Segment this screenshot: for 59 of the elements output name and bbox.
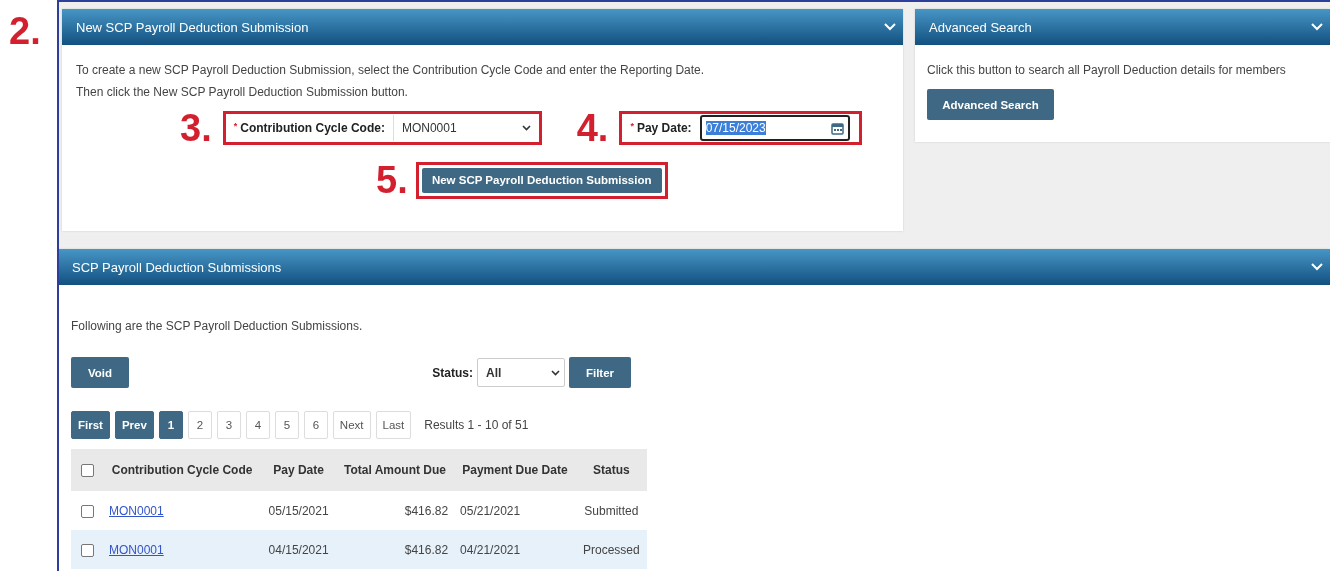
table-cell: 04/21/2021 <box>454 530 576 569</box>
table-cell: 05/15/2021 <box>261 491 336 530</box>
table-cell: Submitted <box>575 491 647 530</box>
page-button[interactable]: 5 <box>274 411 299 439</box>
table-cell: Processed <box>575 530 647 569</box>
instruction-text: To create a new SCP Payroll Deduction Submission, select the Contribution Cycle Code and enter the Reporting Date. <box>76 62 706 79</box>
step-number: 5. <box>376 161 408 199</box>
chevron-down-icon <box>521 125 531 131</box>
next-page-button[interactable]: Next <box>332 411 371 439</box>
panel-header[interactable]: New SCP Payroll Deduction Submission <box>62 9 903 45</box>
checkbox[interactable] <box>80 504 94 518</box>
cycle-code-link[interactable]: MON0001 <box>109 503 164 518</box>
chevron-down-icon <box>551 369 560 376</box>
field-label: * Contribution Cycle Code: <box>233 121 385 135</box>
chevron-down-icon[interactable] <box>1310 262 1324 272</box>
status-label: Status: <box>432 365 473 380</box>
checkbox[interactable] <box>80 543 94 557</box>
panel-title: SCP Payroll Deduction Submissions <box>72 259 282 275</box>
cycle-code-dropdown[interactable]: MON0001 <box>392 115 535 141</box>
results-count: Results 1 - 10 of 51 <box>424 418 529 432</box>
first-page-button[interactable]: First <box>71 411 110 439</box>
new-submission-button[interactable]: New SCP Payroll Deduction Submission <box>421 167 662 193</box>
advanced-search-button[interactable]: Advanced Search <box>927 89 1054 120</box>
step-number: 4. <box>576 109 609 147</box>
column-header: Pay Date <box>261 449 336 491</box>
panel-header[interactable]: SCP Payroll Deduction Submissions <box>59 249 1330 285</box>
description-text: Click this button to search all Payroll Deduction details for members <box>927 62 1287 79</box>
date-field[interactable]: 07/15/2023 <box>699 115 850 141</box>
instruction-text: Then click the New SCP Payroll Deduction Submission button. <box>76 84 409 101</box>
column-header: Total Amount Due <box>335 449 455 491</box>
page-button[interactable]: 4 <box>245 411 270 439</box>
page-button[interactable]: 6 <box>303 411 328 439</box>
table-cell: $416.82 <box>335 530 455 569</box>
page-button[interactable]: 3 <box>216 411 241 439</box>
void-button[interactable]: Void <box>71 357 129 388</box>
column-header: Status <box>575 449 647 491</box>
cycle-code-link[interactable]: MON0001 <box>109 542 164 557</box>
step-number: 3. <box>180 109 212 147</box>
chevron-down-icon[interactable] <box>883 22 897 32</box>
panel-title: New SCP Payroll Deduction Submission <box>76 19 309 35</box>
table-cell: $416.82 <box>335 491 455 530</box>
page-button[interactable]: 2 <box>187 411 212 439</box>
page-button[interactable]: 1 <box>158 411 183 439</box>
table-cell: 05/21/2021 <box>454 491 576 530</box>
filter-button[interactable]: Filter <box>569 357 631 388</box>
chevron-down-icon[interactable] <box>1310 22 1324 32</box>
intro-text: Following are the SCP Payroll Deduction Submissions. <box>71 318 364 335</box>
previous-page-button[interactable]: Prev <box>114 411 154 439</box>
panel-header[interactable]: Advanced Search <box>915 9 1330 45</box>
last-page-button[interactable]: Last <box>375 411 412 439</box>
field-label: * Pay Date: <box>630 121 692 135</box>
step-number: 2. <box>9 10 41 52</box>
column-header: Payment Due Date <box>454 449 576 491</box>
checkbox[interactable] <box>80 464 94 478</box>
table-cell: 04/15/2021 <box>261 530 336 569</box>
column-header: Contribution Cycle Code <box>103 449 262 491</box>
status-dropdown[interactable]: All <box>477 358 565 387</box>
calendar-icon[interactable] <box>830 121 844 135</box>
panel-title: Advanced Search <box>929 19 1032 35</box>
